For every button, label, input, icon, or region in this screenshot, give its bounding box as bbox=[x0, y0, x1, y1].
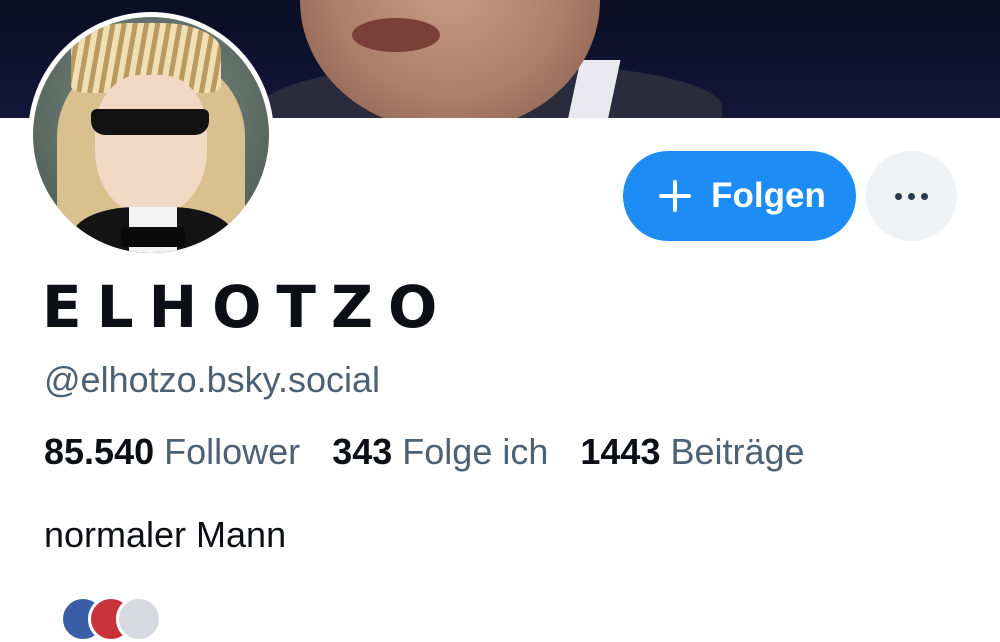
avatar-bowtie bbox=[121, 227, 185, 247]
more-options-button[interactable] bbox=[866, 151, 957, 241]
profile-handle: @elhotzo.bsky.social bbox=[44, 359, 381, 400]
profile-stats: 85.540 Follower 343 Folge ich 1443 Beitr… bbox=[44, 429, 827, 475]
posts-stat: 1443 Beiträge bbox=[580, 431, 804, 472]
follow-button-label: Folgen bbox=[711, 176, 826, 215]
profile-bio: normaler Mann bbox=[44, 514, 287, 555]
followers-label: Follower bbox=[164, 431, 301, 472]
posts-label: Beiträge bbox=[670, 431, 805, 472]
following-count: 343 bbox=[332, 431, 393, 472]
known-followers-avatars[interactable] bbox=[60, 596, 180, 642]
follower-avatar bbox=[116, 596, 162, 642]
posts-count: 1443 bbox=[580, 431, 661, 472]
avatar-face bbox=[95, 75, 207, 215]
display-name: ELHOTZO bbox=[42, 273, 453, 341]
plus-icon bbox=[659, 180, 692, 212]
follow-button[interactable]: Folgen bbox=[623, 151, 856, 241]
following-label: Folge ich bbox=[402, 431, 549, 472]
profile-avatar[interactable] bbox=[28, 12, 274, 258]
avatar-image bbox=[33, 17, 269, 253]
followers-stat[interactable]: 85.540 Follower bbox=[44, 431, 300, 472]
banner-mouth bbox=[352, 18, 440, 52]
followers-count: 85.540 bbox=[44, 431, 155, 472]
following-stat[interactable]: 343 Folge ich bbox=[332, 431, 548, 472]
avatar-sunglasses bbox=[91, 109, 209, 135]
more-options-icon bbox=[895, 192, 928, 200]
